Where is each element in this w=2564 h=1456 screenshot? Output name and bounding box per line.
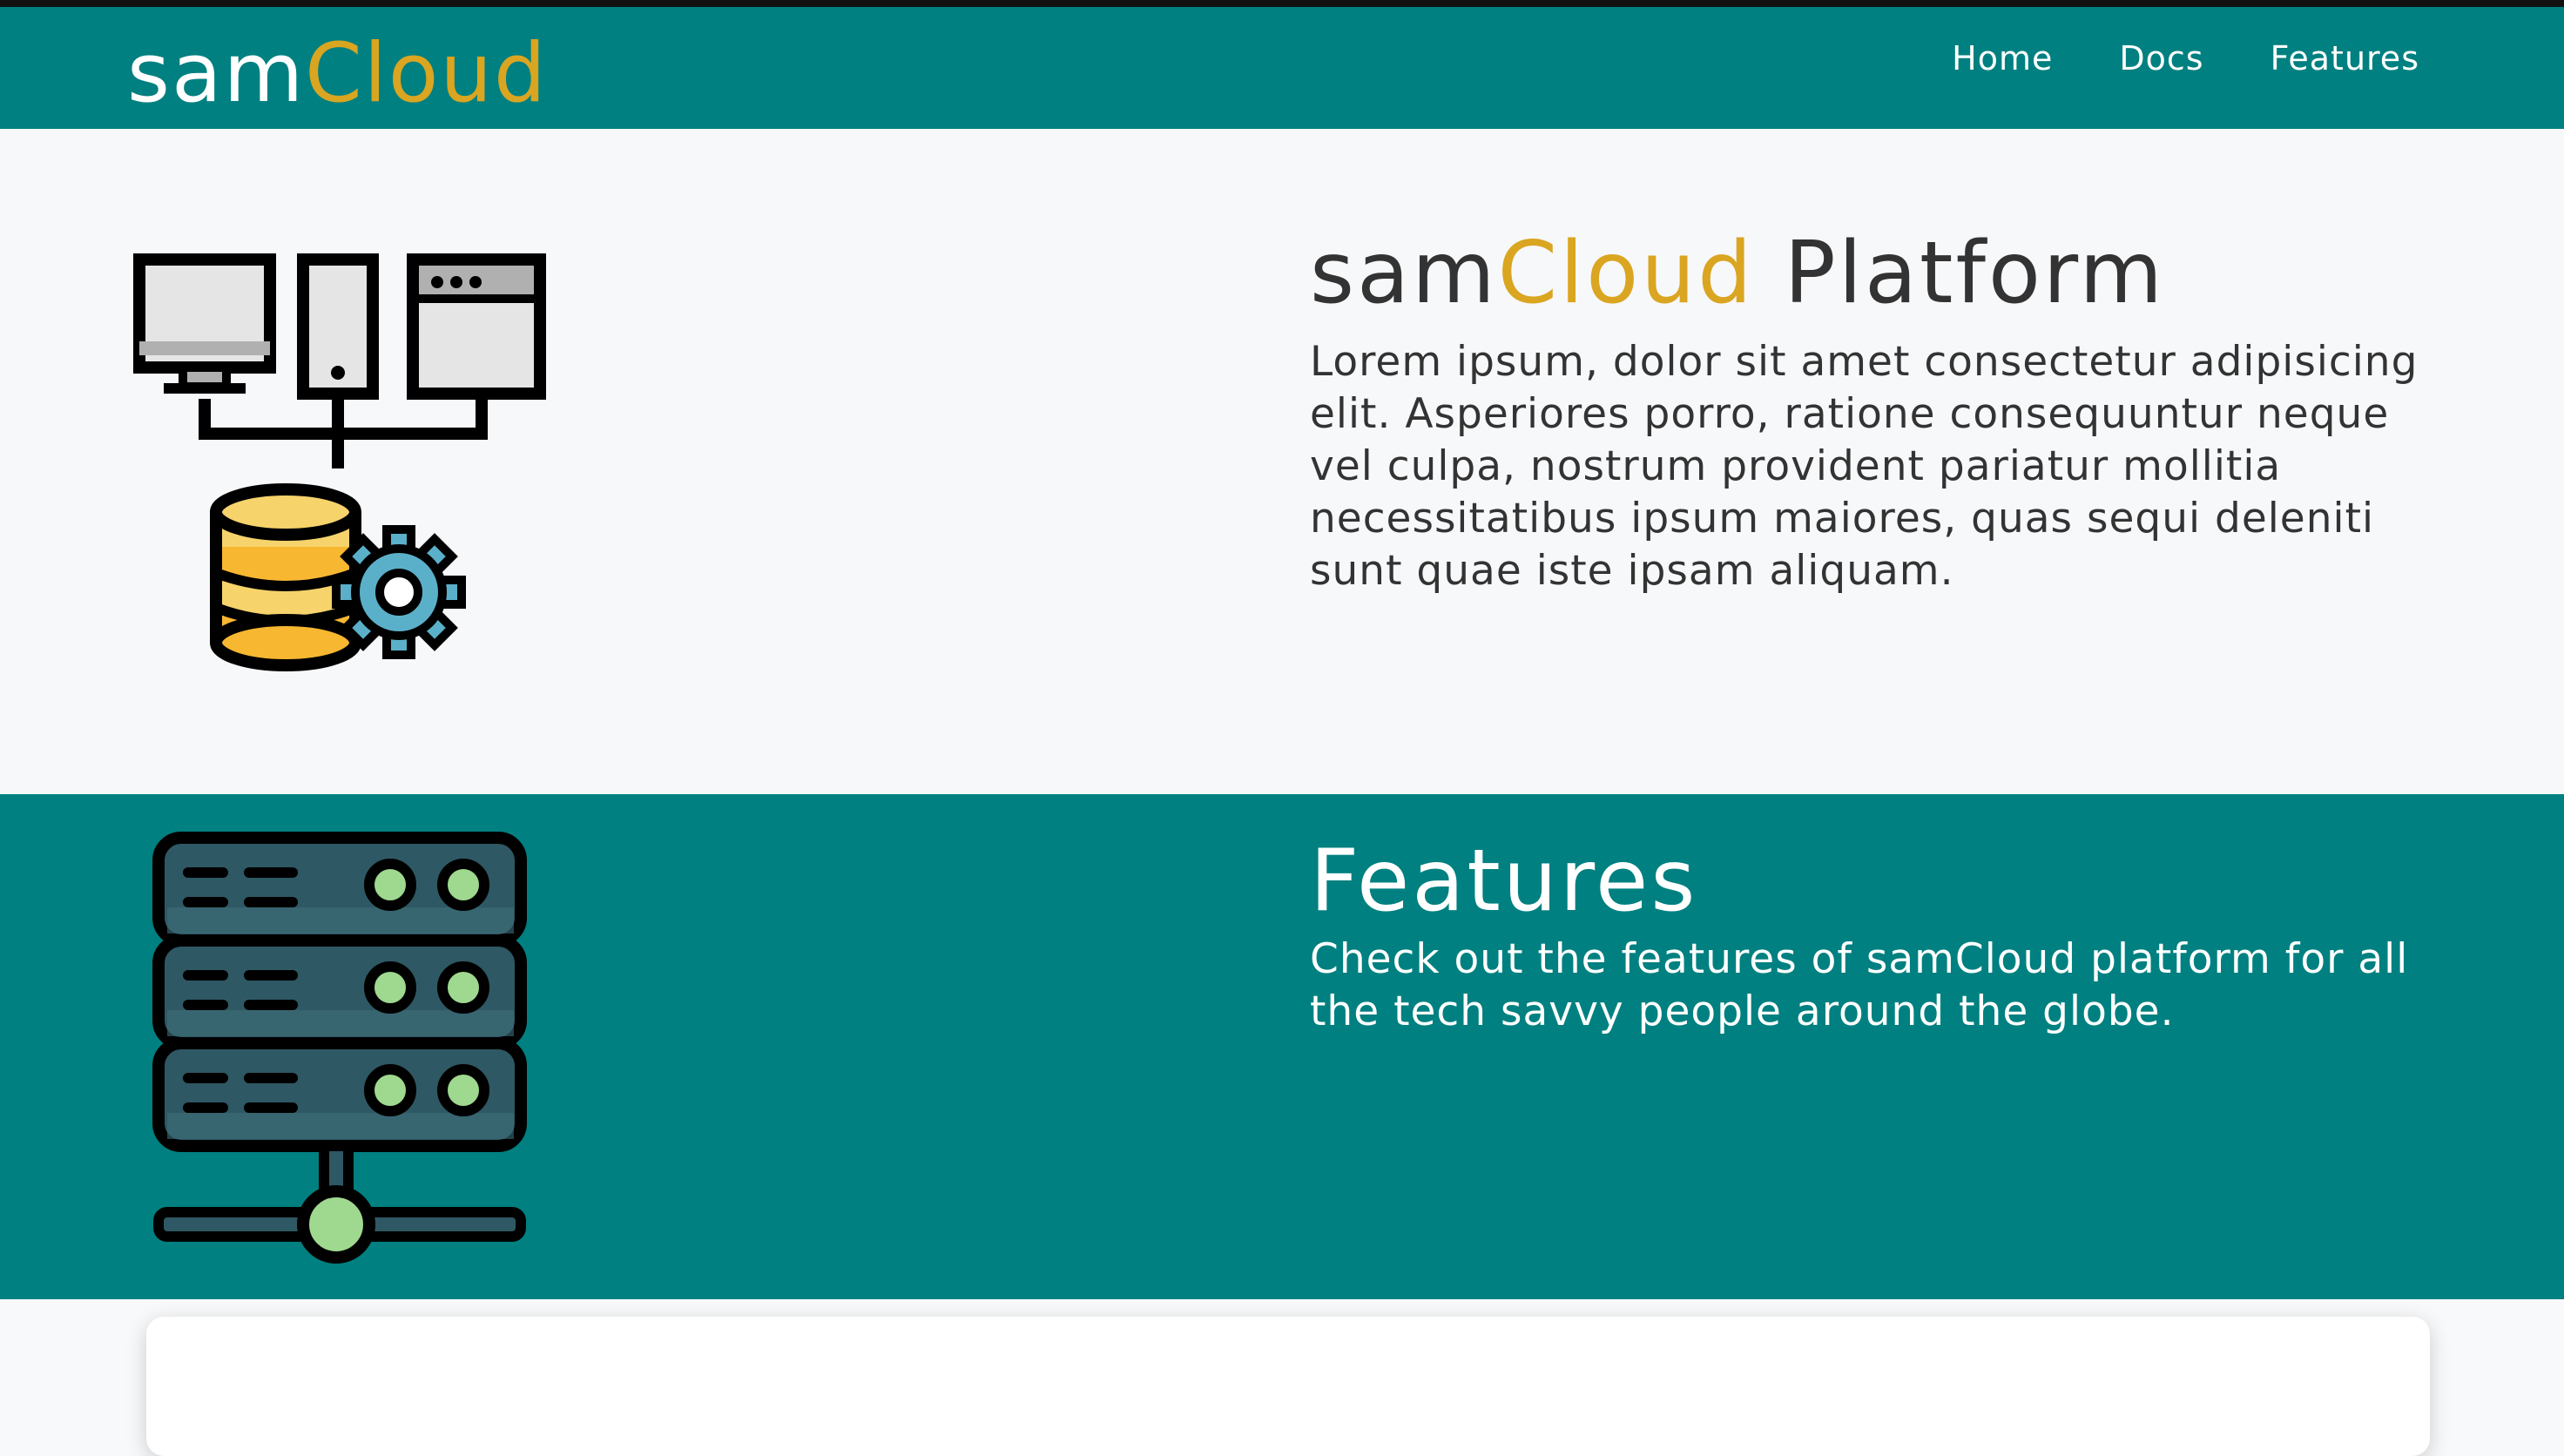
features-title: Features bbox=[1310, 832, 1698, 931]
hero-section: samCloud Platform Lorem ipsum, dolor sit… bbox=[0, 129, 2564, 794]
brand-logo[interactable]: samCloud bbox=[127, 26, 548, 122]
hero-description: Lorem ipsum, dolor sit amet consectetur … bbox=[1310, 338, 2419, 595]
feature-card bbox=[146, 1317, 2430, 1456]
nav-links: Home Docs Features bbox=[1952, 31, 2419, 85]
nav-features[interactable]: Features bbox=[2270, 31, 2419, 85]
devices-database-gear-icon bbox=[133, 253, 546, 671]
server-rack-icon bbox=[152, 832, 527, 1264]
nav-docs[interactable]: Docs bbox=[2119, 31, 2203, 85]
features-section: Features Check out the features of samCl… bbox=[0, 794, 2564, 1299]
brand-part1: sam bbox=[127, 26, 306, 121]
hero-title: samCloud Platform bbox=[1310, 224, 2165, 323]
nav-home[interactable]: Home bbox=[1952, 31, 2053, 85]
window-top-border bbox=[0, 0, 2564, 7]
brand-part2: Cloud bbox=[305, 26, 548, 121]
features-description: Check out the features of samCloud platf… bbox=[1310, 935, 2409, 1035]
navbar: samCloud Home Docs Features bbox=[0, 7, 2564, 129]
